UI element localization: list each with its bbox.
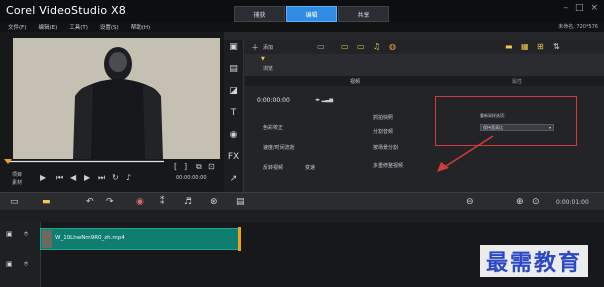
transition-icon[interactable]: ◪ — [227, 86, 240, 96]
volume-icon[interactable]: ♪ — [126, 173, 131, 182]
overlay-track-icon[interactable]: ▣ — [6, 260, 13, 268]
tab-edit[interactable]: 编辑 — [286, 6, 337, 22]
redo-icon[interactable]: ↷ — [106, 197, 114, 207]
sort-icon[interactable]: ⇅ — [553, 42, 560, 51]
auto-music-icon[interactable]: ♬ — [184, 197, 192, 207]
path-icon[interactable]: ↗ — [227, 174, 240, 184]
split-audio-label[interactable]: 分割音频 — [373, 128, 393, 135]
scrub-slider[interactable] — [4, 159, 164, 164]
playback-controls: 项目 素材 ▶ ⏮ ◀︎ ▶︎ ⏭ ↻ ♪ [ ] ⧉ ⊡ 00:00:00:0… — [4, 162, 224, 191]
close-icon[interactable]: × — [590, 3, 598, 13]
zoom-out-icon[interactable]: ⊖ — [466, 197, 474, 207]
list-view-icon[interactable]: ▬ — [505, 42, 513, 51]
player-timecode[interactable]: 00:00:00:00 — [176, 175, 207, 181]
thumbnail-view-icon[interactable]: ▦ — [521, 42, 529, 51]
mixer-icon[interactable]: ⁑ — [160, 197, 165, 207]
volume-slider-icon[interactable]: ◂▸ ▂▃▅ — [315, 97, 333, 103]
repeat-icon[interactable]: ↻ — [112, 173, 119, 182]
menu-help[interactable]: 帮助(H) — [131, 23, 150, 31]
multi-trim-label[interactable]: 多重修整视频 — [373, 162, 403, 169]
menu: 文件(F) 编辑(E) 工具(T) 设置(S) 帮助(H) — [8, 22, 150, 32]
menu-file[interactable]: 文件(F) — [8, 23, 26, 31]
project-info: 未命名, 720*576 — [558, 24, 598, 30]
track-header: ▣ ⌾ ▣ ⌾ — [0, 222, 41, 287]
video-filter-icon[interactable]: ▭ — [341, 42, 349, 51]
audio-filter-icon[interactable]: ♫ — [373, 42, 380, 51]
minimize-icon[interactable]: – — [563, 3, 568, 13]
resample-dropdown[interactable]: 保持宽高比 ▾ — [480, 124, 554, 131]
person-silhouette — [73, 47, 163, 159]
track-lock-icon[interactable]: ⌾ — [24, 230, 28, 239]
video-preview[interactable] — [13, 38, 220, 159]
menu-tools[interactable]: 工具(T) — [69, 23, 88, 31]
previous-frame-icon[interactable]: ◀︎ — [70, 173, 76, 182]
menu-edit[interactable]: 编辑(E) — [38, 23, 57, 31]
app-title: Corel VideoStudio X8 — [6, 4, 126, 17]
track-visibility-icon[interactable]: ⌾ — [24, 260, 28, 269]
watermark: 最需教育 — [480, 245, 589, 277]
maximize-icon[interactable]: □ — [575, 3, 584, 13]
clip-thumbnail — [42, 230, 52, 248]
subtitle-editor-icon[interactable]: ▤ — [236, 197, 245, 207]
graphic-icon[interactable]: ◉ — [227, 130, 240, 140]
media-icon[interactable]: ▣ — [227, 42, 240, 52]
color-correction-label[interactable]: 色彩校正 — [263, 124, 283, 131]
photo-filter-icon[interactable]: ▭ — [357, 42, 365, 51]
variable-speed-label[interactable]: 变速 — [305, 164, 315, 171]
tab-share[interactable]: 共享 — [338, 6, 389, 22]
import-icon[interactable]: ◍ — [389, 42, 396, 51]
motion-tracking-icon[interactable]: ⊛ — [210, 197, 218, 207]
home-icon[interactable]: ⏮ — [56, 173, 63, 183]
clip-mode-label[interactable]: 素材 — [12, 179, 22, 186]
library-toolbar: ＋ 添加 ▭ ▭ ▭ ♫ ◍ ▬ ▦ ⊞ ⇅ — [245, 40, 604, 54]
record-icon[interactable]: ◉ — [136, 197, 144, 207]
mark-out-icon[interactable]: ] — [184, 162, 187, 171]
grid-view-icon[interactable]: ⊞ — [537, 42, 544, 51]
add-icon[interactable]: ＋ — [251, 42, 259, 53]
tab-capture[interactable]: 捕获 — [234, 6, 285, 22]
fit-project-icon[interactable]: ⊙ — [532, 197, 540, 207]
timeline-view-icon[interactable]: ▬ — [42, 197, 51, 207]
undo-icon[interactable]: ↶ — [86, 197, 94, 207]
timeline-toolbar: ▭ ▬ ↶ ↷ ◉ ⁑ ♬ ⊛ ▤ ⊖ ⊕ ⊙ 0:00:01:00 — [0, 192, 604, 211]
mark-in-icon[interactable]: [ — [174, 162, 177, 171]
title-icon[interactable]: T — [227, 108, 240, 118]
end-icon[interactable]: ⏭ — [98, 173, 105, 183]
folder-icon[interactable]: ▭ — [317, 42, 325, 51]
resample-value: 保持宽高比 — [483, 124, 503, 130]
zoom-in-icon[interactable]: ⊕ — [516, 197, 524, 207]
chevron-down-icon: ▾ — [548, 125, 551, 130]
menu-settings[interactable]: 设置(S) — [100, 23, 119, 31]
resample-label: 重新采样选项： — [480, 113, 508, 118]
workspace-tabs: 捕获 编辑 共享 — [234, 6, 390, 22]
instant-project-icon[interactable]: ▤ — [227, 64, 240, 74]
speed-label[interactable]: 速度/时间流逝 — [263, 144, 295, 151]
split-by-scene-label[interactable]: 按场景分割 — [373, 144, 398, 151]
enlarge-icon[interactable]: ⊡ — [208, 162, 215, 171]
tab-attribute[interactable]: 属性 — [430, 76, 604, 86]
play-icon[interactable]: ▶ — [40, 173, 46, 182]
clip-name: W_10LhwNm9R0_zh.mp4 — [55, 235, 125, 241]
timeline-timecode[interactable]: 0:00:01:00 — [556, 199, 589, 206]
window-controls: – □ × — [563, 3, 598, 13]
annotation-arrow — [437, 135, 494, 172]
options-header: ▼ 浏览 — [245, 54, 604, 76]
video-track-icon[interactable]: ▣ — [6, 230, 13, 238]
browse-label[interactable]: 浏览 — [263, 65, 273, 72]
library-sidebar: ▣ ▤ ◪ T ◉ FX ↗ — [224, 40, 244, 192]
options-timecode[interactable]: 0:00:00:00 — [257, 97, 290, 104]
project-mode-label[interactable]: 项目 — [12, 171, 22, 178]
reverse-label[interactable]: 反转视频 — [263, 164, 283, 171]
filter-icon[interactable]: FX — [227, 152, 240, 162]
add-label[interactable]: 添加 — [263, 44, 273, 51]
storyboard-view-icon[interactable]: ▭ — [10, 197, 19, 207]
clip-end-handle[interactable] — [238, 227, 241, 251]
next-frame-icon[interactable]: ▶︎ — [84, 173, 90, 182]
browse-arrow-icon[interactable]: ▼ — [261, 56, 265, 62]
split-icon[interactable]: ⧉ — [196, 162, 202, 172]
snapshot-label[interactable]: 抓拍快照 — [373, 114, 393, 121]
